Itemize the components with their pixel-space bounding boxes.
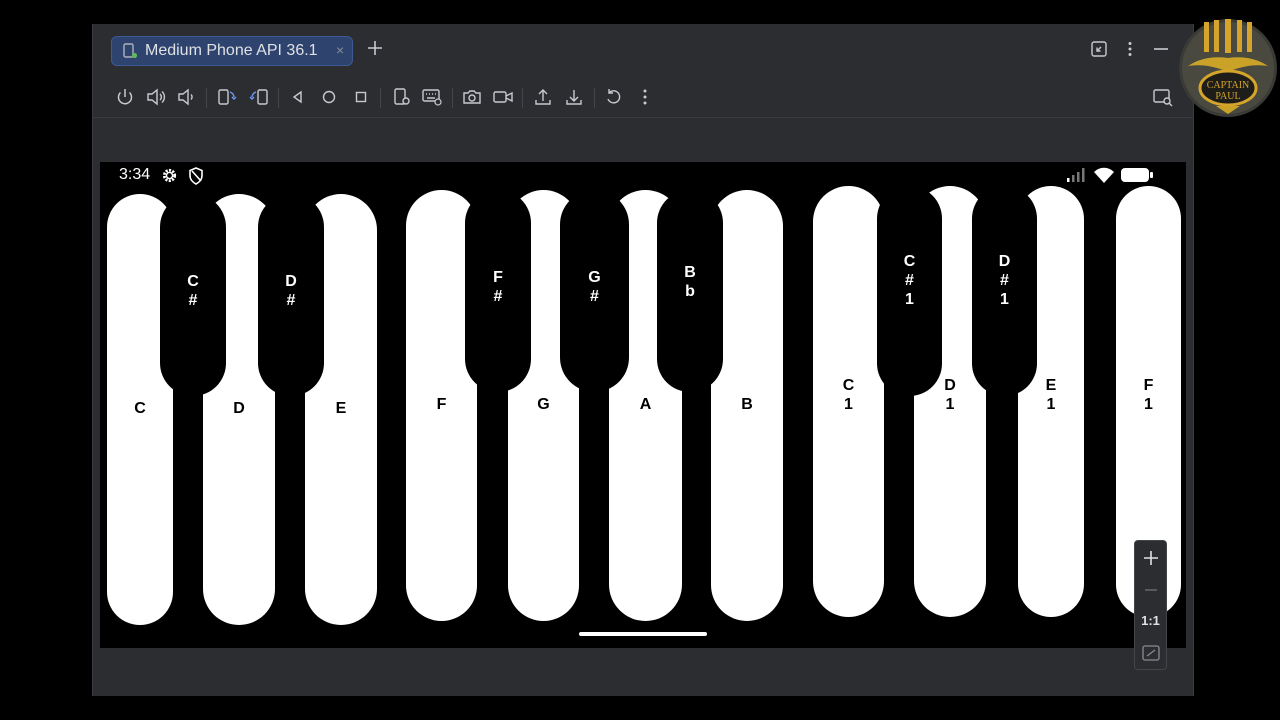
export-icon[interactable] xyxy=(532,86,554,108)
black-key-c-sharp[interactable]: C # xyxy=(160,194,226,396)
signal-icon xyxy=(1065,167,1087,183)
zoom-in-button[interactable] xyxy=(1140,547,1162,569)
back-icon[interactable] xyxy=(287,86,309,108)
captain-paul-logo: CAPTAIN PAUL xyxy=(1178,18,1278,118)
add-tab-button[interactable] xyxy=(365,38,385,58)
device-tab[interactable]: Medium Phone API 36.1 × xyxy=(111,36,353,66)
status-time: 3:34 xyxy=(119,166,151,183)
black-key-g-sharp[interactable]: G # xyxy=(560,190,629,392)
key-label: C # xyxy=(187,273,199,309)
battery-icon xyxy=(1120,167,1154,183)
camera-icon[interactable] xyxy=(461,86,483,108)
zoom-out-button[interactable] xyxy=(1140,579,1162,601)
toolbar-separator xyxy=(380,88,381,108)
device-icon xyxy=(122,43,138,59)
key-label: D # xyxy=(285,273,297,309)
key-label: C1 xyxy=(842,377,855,413)
toolbar-separator xyxy=(452,88,453,108)
key-label: Bb xyxy=(684,264,696,300)
black-key-d-sharp[interactable]: D # xyxy=(258,194,324,396)
key-label: C xyxy=(134,400,146,417)
tab-close-button[interactable]: × xyxy=(336,42,344,58)
power-icon[interactable] xyxy=(114,86,136,108)
key-label: G # xyxy=(588,269,601,305)
reset-icon[interactable] xyxy=(603,86,625,108)
minimize-icon[interactable] xyxy=(1152,40,1170,58)
more-vert-icon[interactable] xyxy=(634,86,656,108)
shield-icon xyxy=(188,167,204,185)
import-icon[interactable] xyxy=(563,86,585,108)
overview-icon[interactable] xyxy=(350,86,372,108)
device-settings-icon[interactable] xyxy=(391,86,413,108)
keyboard-icon[interactable] xyxy=(421,86,443,108)
rotate-right-icon[interactable] xyxy=(248,86,270,108)
toolbar-separator xyxy=(206,88,207,108)
device-screen[interactable]: 3:34 C D E F G A B C 1 D 1 E 1 F 1 C # D # F # G # Bb C #1 D #1 xyxy=(100,162,1186,648)
device-mirroring-icon[interactable] xyxy=(1152,86,1174,108)
key-label: D #1 xyxy=(998,253,1011,308)
fit-screen-icon[interactable] xyxy=(1140,642,1162,664)
key-label: F xyxy=(436,396,447,413)
toolbar-separator xyxy=(278,88,279,108)
black-key-f-sharp[interactable]: F # xyxy=(465,190,531,392)
key-label: C #1 xyxy=(903,253,916,308)
gesture-nav-bar[interactable] xyxy=(579,632,707,636)
key-label: G xyxy=(537,396,550,413)
home-icon[interactable] xyxy=(318,86,340,108)
white-key-c1[interactable]: C1 xyxy=(813,186,884,617)
key-label: E xyxy=(335,400,347,417)
zoom-controls: 1:1 xyxy=(1134,540,1167,670)
toolbar-separator xyxy=(522,88,523,108)
black-key-bb[interactable]: Bb xyxy=(657,190,723,392)
settings-icon xyxy=(161,167,178,184)
volume-down-icon[interactable] xyxy=(175,86,197,108)
black-key-d-sharp1[interactable]: D #1 xyxy=(972,186,1037,396)
toolbar-separator xyxy=(594,88,595,108)
black-key-c-sharp1[interactable]: C #1 xyxy=(877,186,942,396)
actual-size-button[interactable]: 1:1 xyxy=(1135,613,1166,628)
key-label: F # xyxy=(493,269,503,305)
key-label: B xyxy=(741,396,753,413)
key-label: A xyxy=(639,396,652,413)
wifi-icon xyxy=(1093,167,1115,184)
emulator-toolbar xyxy=(93,80,1193,114)
logo-text-line2: PAUL xyxy=(1215,91,1240,102)
more-options-icon[interactable] xyxy=(1121,40,1139,58)
restore-window-icon[interactable] xyxy=(1090,40,1108,58)
toolbar-divider xyxy=(93,117,1193,118)
key-label: D xyxy=(233,400,245,417)
logo-text-line1: CAPTAIN xyxy=(1207,80,1250,91)
screen-record-icon[interactable] xyxy=(492,86,514,108)
rotate-left-icon[interactable] xyxy=(216,86,238,108)
volume-up-icon[interactable] xyxy=(145,86,167,108)
tab-title: Medium Phone API 36.1 xyxy=(145,42,318,59)
tab-bar: Medium Phone API 36.1 × xyxy=(93,24,1193,80)
key-label: F1 xyxy=(1143,377,1154,413)
